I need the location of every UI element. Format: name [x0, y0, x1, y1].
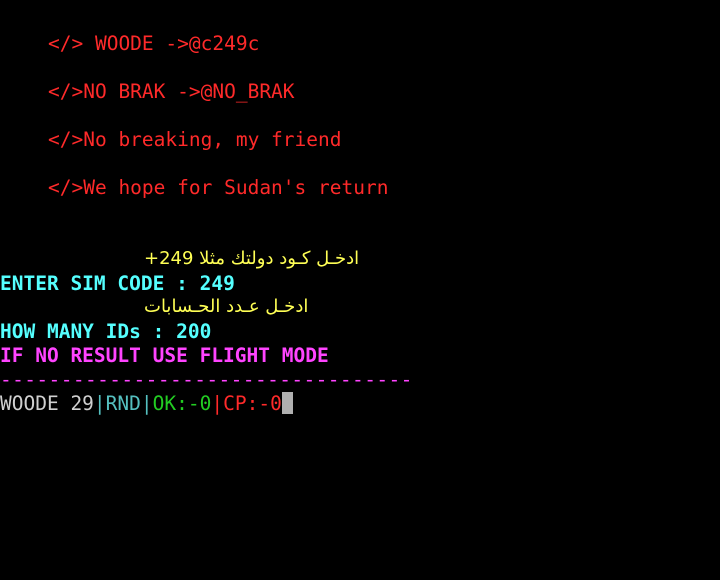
status-mode: RND [105, 392, 141, 415]
sim-code-value: 249 [199, 272, 235, 295]
sim-code-label: ENTER SIM CODE : [0, 272, 200, 295]
sim-code-hint: ادخـل كـود دولتك مثلا 249+ [144, 248, 360, 269]
divider-line: ---------------------------------- [0, 368, 413, 391]
banner-line-no-brak: </>NO BRAK ->@NO_BRAK [48, 80, 295, 103]
flight-mode-warning: IF NO RESULT USE FLIGHT MODE [0, 344, 329, 367]
status-separator: | [93, 392, 106, 415]
ids-label: HOW MANY IDs : [0, 320, 177, 343]
status-separator: | [140, 392, 153, 415]
banner-line-no-breaking: </>No breaking, my friend [48, 128, 342, 151]
ids-prompt: HOW MANY IDs : 200 [0, 320, 211, 344]
sim-code-prompt: ENTER SIM CODE : 249 [0, 272, 235, 296]
ids-value: 200 [176, 320, 212, 343]
terminal-screen[interactable]: </> WOODE ->@c249c </>NO BRAK ->@NO_BRAK… [0, 0, 720, 580]
text-cursor[interactable] [281, 392, 293, 414]
status-ok-count: OK:-0 [152, 392, 212, 415]
status-line: WOODE 29|RND|OK:-0|CP:-0 [0, 392, 293, 416]
ids-hint: ادخـل عـدد الحـسابات [144, 296, 309, 317]
status-cp-count: CP:-0 [223, 392, 282, 415]
banner-line-sudan: </>We hope for Sudan's return [48, 176, 389, 199]
status-name: WOODE 29 [0, 392, 94, 415]
banner-line-woode: </> WOODE ->@c249c [48, 32, 260, 55]
status-separator: | [211, 392, 224, 415]
